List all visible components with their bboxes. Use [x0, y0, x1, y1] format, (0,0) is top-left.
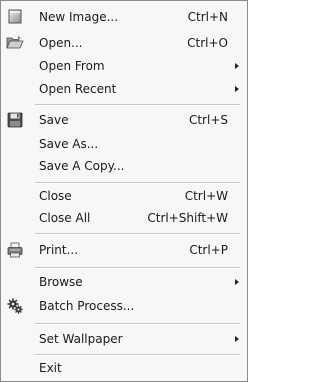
- menu-item-browse[interactable]: Browse: [1, 271, 247, 293]
- menu-item-label: Open Recent: [39, 82, 117, 96]
- menu-separator: [35, 323, 240, 325]
- menu-item-save[interactable]: Save Ctrl+S: [1, 109, 247, 131]
- menu-item-print[interactable]: Print... Ctrl+P: [1, 239, 247, 261]
- gears-icon: [6, 297, 24, 315]
- submenu-arrow-icon: [235, 86, 239, 92]
- menu-item-label: Open From: [39, 59, 105, 73]
- menu-item-shortcut: Ctrl+S: [188, 113, 228, 127]
- menu-item-shortcut: Ctrl+W: [184, 189, 228, 203]
- menu-item-open[interactable]: Open... Ctrl+O: [1, 32, 247, 54]
- floppy-disk-icon: [6, 111, 24, 129]
- menu-item-label: Set Wallpaper: [39, 332, 123, 346]
- menu-item-label: Close All: [39, 211, 91, 225]
- menu-separator: [35, 354, 240, 356]
- submenu-arrow-icon: [235, 279, 239, 285]
- menu-item-label: Browse: [39, 275, 83, 289]
- menu-item-shortcut: Ctrl+P: [189, 243, 228, 257]
- menu-item-label: Save A Copy...: [39, 159, 125, 173]
- menu-item-set-wallpaper[interactable]: Set Wallpaper: [1, 328, 247, 350]
- menu-item-label: Save: [39, 113, 69, 127]
- menu-item-label: Batch Process...: [39, 299, 135, 313]
- printer-icon: [6, 241, 24, 259]
- menu-item-exit[interactable]: Exit: [1, 357, 247, 379]
- menu-item-shortcut: Ctrl+N: [187, 10, 228, 24]
- menu-separator: [35, 267, 240, 269]
- menu-item-open-recent[interactable]: Open Recent: [1, 78, 247, 100]
- menu-item-close-all[interactable]: Close All Ctrl+Shift+W: [1, 207, 247, 229]
- menu-item-label: New Image...: [39, 10, 119, 24]
- folder-open-icon: [6, 34, 24, 52]
- menu-item-shortcut: Ctrl+Shift+W: [147, 211, 228, 225]
- submenu-arrow-icon: [235, 63, 239, 69]
- menu-item-save-a-copy[interactable]: Save A Copy...: [1, 155, 247, 177]
- menu-separator: [35, 104, 240, 106]
- menu-item-close[interactable]: Close Ctrl+W: [1, 185, 247, 207]
- new-image-icon: [6, 8, 24, 26]
- menu-item-label: Open...: [39, 36, 83, 50]
- menu-separator: [35, 233, 240, 235]
- menu-item-label: Save As...: [39, 137, 99, 151]
- menu-item-open-from[interactable]: Open From: [1, 55, 247, 77]
- menu-item-label: Print...: [39, 243, 79, 257]
- menu-item-label: Close: [39, 189, 72, 203]
- menu-separator: [35, 182, 240, 184]
- menu-item-shortcut: Ctrl+O: [187, 36, 228, 50]
- menu-item-new-image[interactable]: New Image... Ctrl+N: [1, 6, 247, 28]
- submenu-arrow-icon: [235, 336, 239, 342]
- menu-item-batch-process[interactable]: Batch Process...: [1, 295, 247, 317]
- file-menu: New Image... Ctrl+N Open... Ctrl+O Open …: [0, 0, 248, 382]
- menu-item-save-as[interactable]: Save As...: [1, 133, 247, 155]
- menu-item-label: Exit: [39, 361, 62, 375]
